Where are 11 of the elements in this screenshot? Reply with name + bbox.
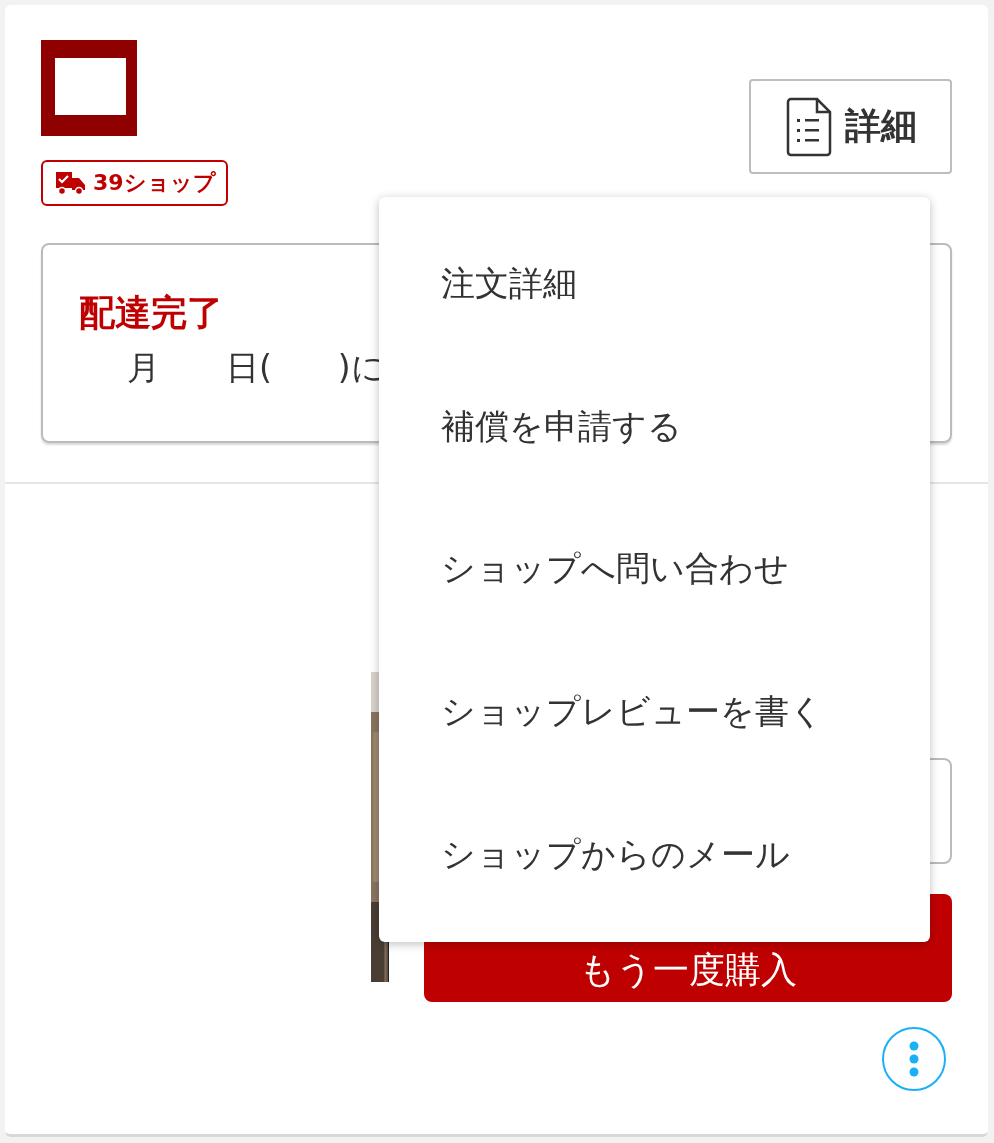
menu-item[interactable]: ショップへ問い合わせ [379, 526, 930, 613]
menu-item[interactable]: 注文詳細 [379, 241, 930, 328]
details-button[interactable]: 詳細 [749, 79, 952, 174]
status-title: 配達完了 [79, 291, 224, 335]
more-icon [909, 1041, 919, 1077]
menu-item[interactable]: ショップレビューを書く [379, 669, 930, 756]
shop-logo-icon [41, 40, 137, 136]
truck-icon [55, 170, 87, 196]
more-options-button[interactable] [882, 1027, 946, 1091]
document-list-icon [784, 96, 833, 157]
badge-label: 39ショップ [93, 169, 216, 197]
